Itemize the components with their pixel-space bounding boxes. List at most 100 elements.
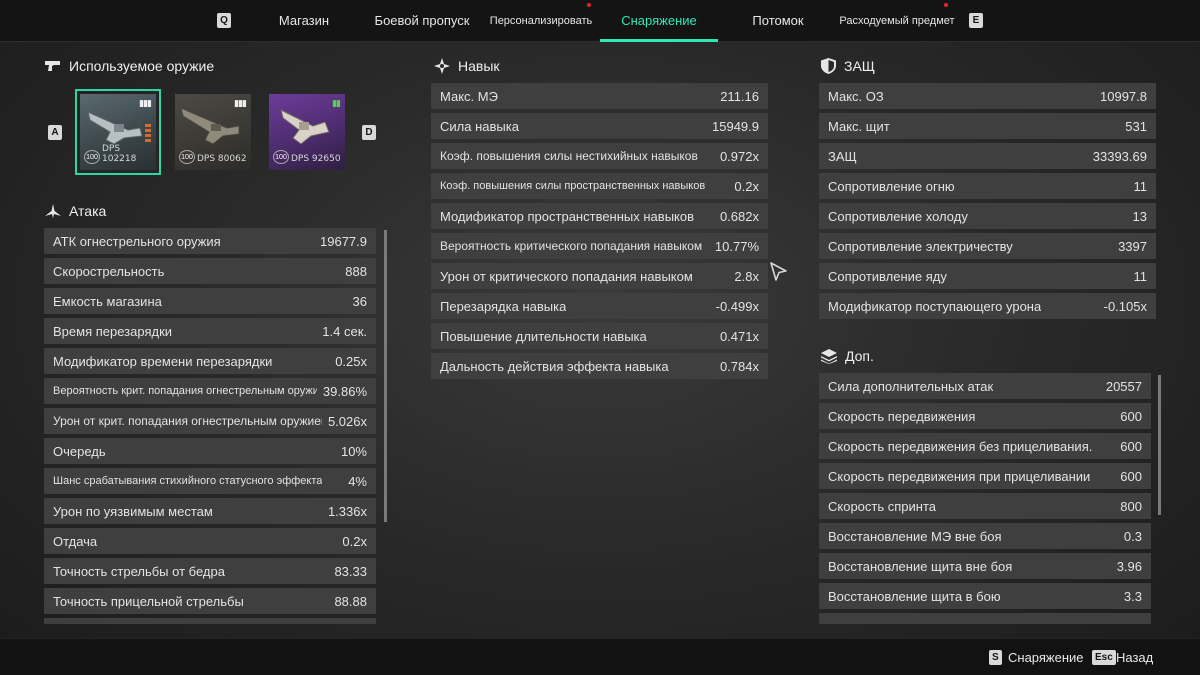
stat-value: 211.16 — [720, 88, 759, 104]
active-tab-indicator — [600, 39, 718, 42]
tab-consumables[interactable]: Расходуемый предмет — [838, 0, 956, 42]
stat-row: Макс. МЭ 211.16 — [431, 83, 768, 109]
stat-row: Модификатор поступающего урона -0.105x — [819, 293, 1156, 319]
stat-row: Вероятность критического попадания навык… — [431, 233, 768, 259]
stat-label: Восстановление щита вне боя — [828, 558, 1013, 574]
stat-row — [819, 613, 1151, 624]
tab-shop[interactable]: Магазин — [262, 0, 346, 42]
stat-value: 15949.9 — [712, 118, 759, 134]
next-tab-key[interactable]: E — [969, 13, 983, 28]
equipment-key[interactable]: S — [989, 650, 1002, 665]
stat-row: Модификатор времени перезарядки 0.25x — [44, 348, 376, 374]
back-hint[interactable]: Назад — [1116, 648, 1153, 667]
stat-row: Сопротивление электричеству 3397 — [819, 233, 1156, 259]
attack-icon — [45, 204, 61, 218]
stat-label: Отдача — [53, 533, 98, 549]
stat-value: 0.2x — [342, 533, 367, 549]
stat-label: Урон по уязвимым местам — [53, 503, 213, 519]
esc-key[interactable]: Esc — [1092, 650, 1116, 665]
stat-value: 0.784x — [719, 358, 759, 374]
stat-label: Скорость спринта — [828, 498, 936, 514]
stat-row: Сила дополнительных атак 20557 — [819, 373, 1151, 399]
stat-row: Отдача 0.2x — [44, 528, 376, 554]
defense-stats-list: Макс. ОЗ 10997.8 Макс. щит 531 ЗАЩ 33393.69… — [819, 83, 1156, 323]
stat-row: Вероятность крит. попадания огнестрельны… — [44, 378, 376, 404]
stat-value: 39.86% — [322, 383, 367, 399]
tab-battle-pass[interactable]: Боевой пропуск — [366, 0, 478, 42]
stat-value: 0.25x — [335, 353, 367, 369]
stat-label: Точность прицельной стрельбы — [53, 593, 244, 609]
stat-value: 0.2x — [734, 178, 759, 194]
equipment-hint[interactable]: Снаряжение — [1008, 648, 1084, 667]
prev-tab-key[interactable]: Q — [217, 13, 231, 28]
skill-header: Навык — [434, 55, 500, 77]
stat-row: Урон от крит. попадания огнестрельным ор… — [44, 408, 376, 434]
pistol-icon — [45, 61, 60, 71]
stat-value: 1.336x — [327, 503, 367, 519]
stat-label: Макс. щит — [828, 118, 890, 134]
stat-label: Скорость передвижения без прицеливания. — [828, 438, 1093, 454]
stat-value: 11 — [1133, 268, 1148, 284]
stat-row: Скорость передвижения при прицеливании 60… — [819, 463, 1151, 489]
weapon-slot-2[interactable]: ▮▮▮ 100 DPS 80062 — [175, 94, 251, 170]
stat-row: Скорость передвижения 600 — [819, 403, 1151, 429]
prev-weapon-key[interactable]: A — [48, 125, 62, 140]
stat-value: 83.33 — [334, 563, 367, 579]
stat-value: 20557 — [1105, 378, 1142, 394]
stat-label: Сила дополнительных атак — [828, 378, 994, 394]
stat-row: Урон по уязвимым местам 1.336x — [44, 498, 376, 524]
tab-equipment[interactable]: Снаряжение — [600, 0, 718, 42]
attack-stats-list[interactable]: АТК огнестрельного оружия 19677.9 Скорост… — [44, 228, 376, 624]
rarity-stripes — [145, 124, 151, 144]
stat-label: Вероятность крит. попадания огнестрельны… — [53, 385, 317, 397]
notification-dot — [944, 3, 948, 7]
stat-value: 888 — [345, 263, 367, 279]
launcher-icon — [280, 109, 330, 145]
mouse-cursor-icon — [770, 262, 787, 281]
weapon-slot-3[interactable]: ▮▮ 100 DPS 92650 — [269, 94, 345, 170]
stat-row — [44, 618, 376, 624]
stat-value: 5.026x — [327, 413, 367, 429]
stat-label: Сопротивление огню — [828, 178, 955, 194]
stat-label: Модификатор поступающего урона — [828, 298, 1042, 314]
stat-value: -0.105x — [1103, 298, 1147, 314]
stat-row: Скорость спринта 800 — [819, 493, 1151, 519]
next-weapon-key[interactable]: D — [362, 125, 376, 140]
tab-descendant[interactable]: Потомок — [738, 0, 818, 42]
stat-value: 1.4 сек. — [322, 323, 367, 339]
stat-value: 13 — [1132, 208, 1147, 224]
stat-label: Перезарядка навыка — [440, 298, 567, 314]
stat-row: Емкость магазина 36 — [44, 288, 376, 314]
stat-row: Урон от критического попадания навыком 2.… — [431, 263, 768, 289]
stat-row: Очередь 10% — [44, 438, 376, 464]
stat-label: Вероятность критического попадания навык… — [440, 239, 703, 253]
notification-dot — [587, 3, 591, 7]
weapon-slot-1[interactable]: ▮▮▮ 100 DPS 102218 — [75, 89, 161, 175]
stat-row: Точность стрельбы от бедра 83.33 — [44, 558, 376, 584]
ammo-type-icon: ▮▮▮ — [234, 98, 247, 108]
stat-label: Сопротивление яду — [828, 268, 947, 284]
extra-stats-list[interactable]: Сила дополнительных атак 20557 Скорость п… — [819, 373, 1151, 624]
bottom-bar: S Снаряжение Esc Назад — [0, 638, 1200, 675]
extra-title: Доп. — [845, 348, 874, 364]
stat-row: Перезарядка навыка -0.499x — [431, 293, 768, 319]
stat-row: Скорострельность 888 — [44, 258, 376, 284]
stat-value: 3.3 — [1123, 588, 1142, 604]
extra-scroll-thumb[interactable] — [1158, 375, 1161, 515]
stat-label: Макс. ОЗ — [828, 88, 884, 104]
stat-value: -0.499x — [715, 298, 759, 314]
stat-value: 531 — [1125, 118, 1147, 134]
stat-label: Точность стрельбы от бедра — [53, 563, 225, 579]
stat-label: Сопротивление электричеству — [828, 238, 1013, 254]
stat-row: Шанс срабатывания стихийного статусного … — [44, 468, 376, 494]
stat-row: Коэф. повышения силы нестихийных навыков… — [431, 143, 768, 169]
ammo-type-icon: ▮▮ — [332, 98, 341, 108]
stat-label: Сила навыка — [440, 118, 519, 134]
top-nav: Q Магазин Боевой пропуск Персонализирова… — [0, 0, 1200, 42]
tab-customize[interactable]: Персонализировать — [486, 0, 596, 42]
attack-scroll-thumb[interactable] — [384, 230, 387, 522]
stat-row: Скорость передвижения без прицеливания. 6… — [819, 433, 1151, 459]
weapon-dps: DPS 92650 — [291, 154, 341, 164]
stat-value: 4% — [348, 473, 367, 489]
weapon-level: 100 — [84, 150, 100, 164]
